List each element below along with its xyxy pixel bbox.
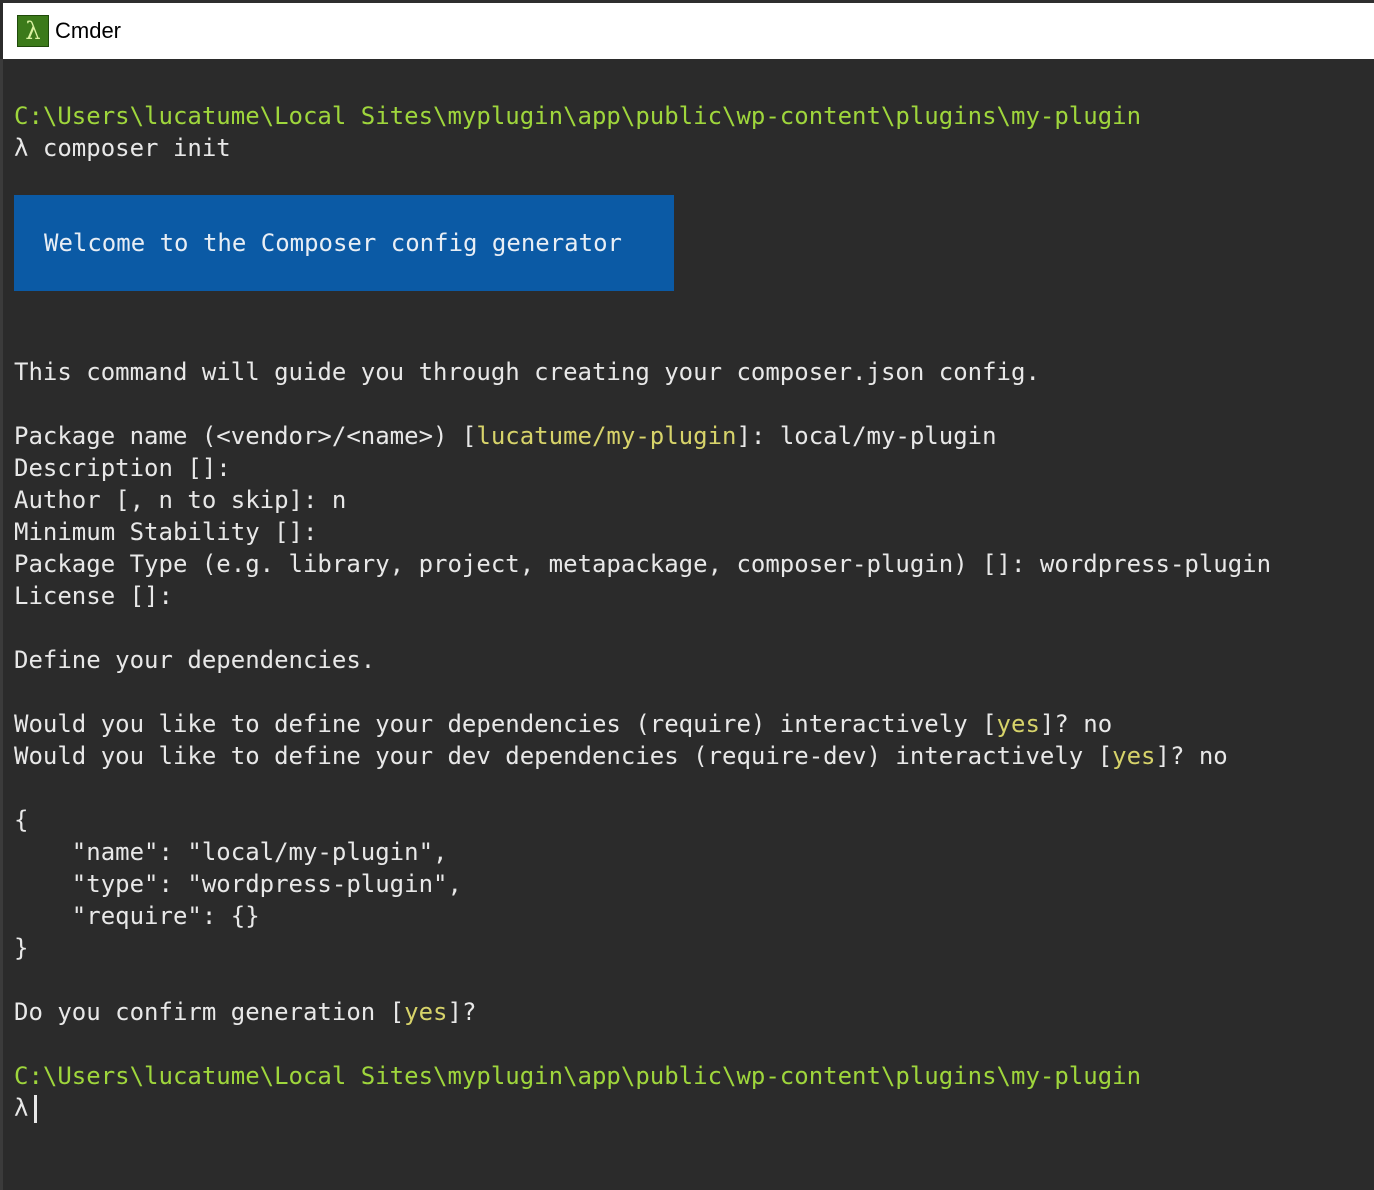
confirm-default: yes xyxy=(404,998,448,1026)
prompt-symbol: λ xyxy=(14,134,29,162)
devdeps-question-suffix: ]? no xyxy=(1155,742,1228,770)
command-line: λ composer init xyxy=(14,132,231,164)
text-cursor xyxy=(34,1095,38,1123)
define-deps-text: Define your dependencies. xyxy=(14,646,376,674)
json-type: "type": "wordpress-plugin", xyxy=(14,870,462,898)
devdeps-question-default: yes xyxy=(1112,742,1156,770)
command-text: composer init xyxy=(42,134,231,162)
package-name-prefix: Package name (<vendor>/<name>) [ xyxy=(14,422,477,450)
deps-question: Would you like to define your dependenci… xyxy=(14,708,1112,740)
devdeps-question: Would you like to define your dev depend… xyxy=(14,740,1228,772)
json-close: } xyxy=(14,934,29,962)
lambda-icon: λ xyxy=(17,15,49,47)
title-bar[interactable]: λ Cmder xyxy=(0,3,1374,59)
terminal-output[interactable]: C:\Users\lucatume\Local Sites\myplugin\a… xyxy=(0,59,1374,1190)
deps-question-default: yes xyxy=(996,710,1040,738)
deps-question-prefix: Would you like to define your dependenci… xyxy=(14,710,997,738)
deps-question-suffix: ]? no xyxy=(1039,710,1113,738)
confirm-prefix: Do you confirm generation [ xyxy=(14,998,405,1026)
package-name-prompt: Package name (<vendor>/<name>) [lucatume… xyxy=(14,420,997,452)
license-prompt: License []: xyxy=(14,582,173,610)
devdeps-question-prefix: Would you like to define your dev depend… xyxy=(14,742,1113,770)
welcome-banner-text: Welcome to the Composer config generator xyxy=(44,229,622,257)
json-name: "name": "local/my-plugin", xyxy=(14,838,448,866)
prompt-symbol-2: λ xyxy=(14,1094,29,1122)
intro-text: This command will guide you through crea… xyxy=(14,358,1040,386)
package-name-suffix: ]: local/my-plugin xyxy=(736,422,997,450)
prompt-path-2: C:\Users\lucatume\Local Sites\myplugin\a… xyxy=(14,1062,1142,1090)
prompt-path: C:\Users\lucatume\Local Sites\myplugin\a… xyxy=(14,102,1142,130)
author-prompt: Author [, n to skip]: n xyxy=(14,486,347,514)
confirm-question: Do you confirm generation [yes]? xyxy=(14,996,476,1028)
welcome-banner: Welcome to the Composer config generator xyxy=(14,195,674,291)
input-line[interactable]: λ xyxy=(14,1092,38,1124)
confirm-suffix: ]? xyxy=(447,998,477,1026)
json-open: { xyxy=(14,806,29,834)
min-stability-prompt: Minimum Stability []: xyxy=(14,518,318,546)
window-title: Cmder xyxy=(55,18,122,43)
description-prompt: Description []: xyxy=(14,454,231,482)
package-name-default: lucatume/my-plugin xyxy=(476,422,737,450)
cmder-window: λ Cmder C:\Users\lucatume\Local Sites\my… xyxy=(0,0,1374,1190)
json-require: "require": {} xyxy=(14,902,260,930)
package-type-prompt: Package Type (e.g. library, project, met… xyxy=(14,550,1272,578)
